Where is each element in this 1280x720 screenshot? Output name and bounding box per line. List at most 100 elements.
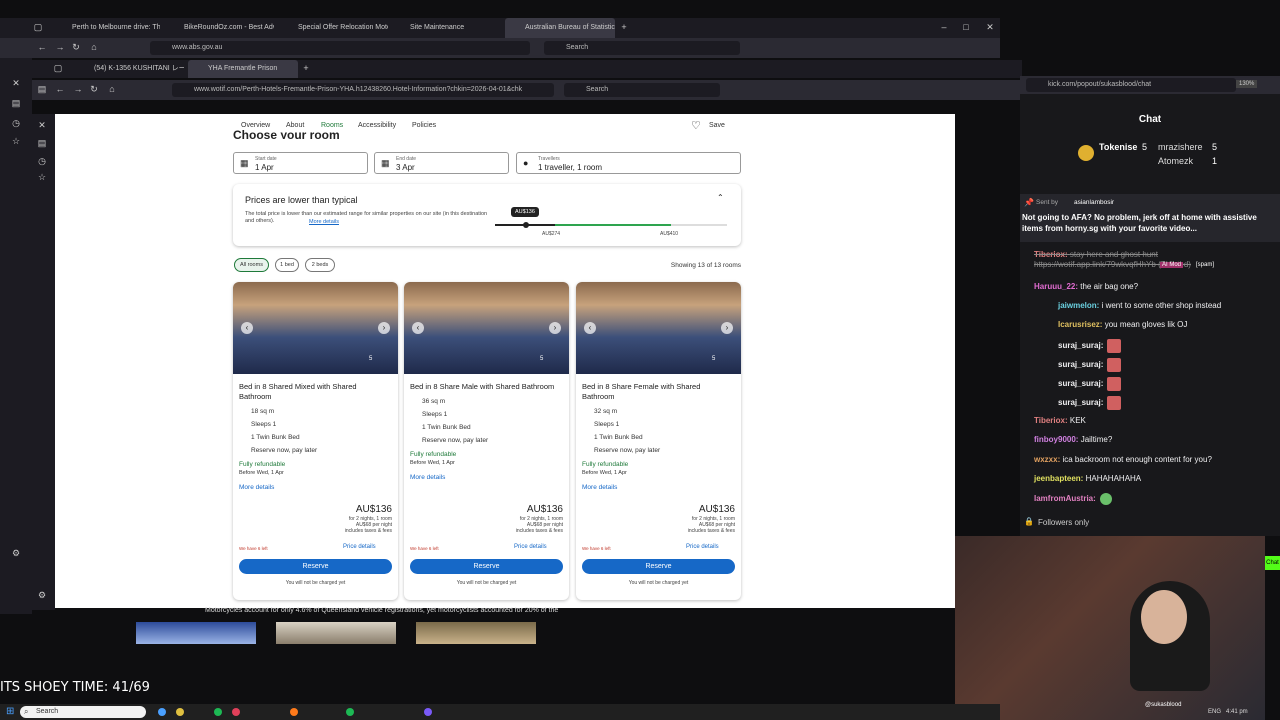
outer-tab-4[interactable]: Site Maintenance [390, 18, 500, 38]
room-refundable: Fully refundable [582, 461, 629, 468]
forward-icon-inner[interactable]: → [72, 84, 84, 96]
zoom-level[interactable]: 130% [1236, 80, 1258, 88]
room-title: Bed in 8 Share Male with Shared Bathroom [410, 382, 555, 391]
tabs-icon[interactable]: ▤ [36, 138, 48, 150]
chevron-left-icon[interactable]: ‹ [241, 322, 253, 334]
home-icon-inner[interactable]: ⌂ [106, 84, 118, 96]
price-banner: Prices are lower than typical The total … [233, 184, 741, 246]
outer-tab-5[interactable]: Australian Bureau of Statistics [505, 18, 615, 38]
price-banner-title: Prices are lower than typical [245, 195, 358, 205]
chat-button[interactable]: Chat [1265, 556, 1280, 570]
photo-count: 5 [369, 356, 373, 362]
inner-url-bar[interactable]: www.wotif.com/Perth-Hotels-Fremantle-Pri… [172, 83, 554, 97]
filter-1-bed[interactable]: 1 bed [275, 258, 299, 272]
history-icon[interactable]: ◷ [10, 118, 22, 130]
settings-icon[interactable]: ⚙ [10, 548, 22, 560]
chevron-left-icon[interactable]: ‹ [584, 322, 596, 334]
firefox-icon[interactable] [290, 708, 298, 716]
inner-tab-1[interactable]: (54) K-1356 KUSHITANI レーフのヨ... [74, 60, 184, 78]
maximize-icon[interactable]: □ [960, 22, 972, 34]
outer-tab-3[interactable]: Special Offer Relocation Motor... [278, 18, 388, 38]
subnav-policies[interactable]: Policies [412, 122, 436, 129]
sidebar-icon[interactable]: ▤ [10, 98, 22, 110]
spotify-icon[interactable] [214, 708, 222, 716]
rooms-left: We have 6 left [582, 546, 611, 551]
subnav-accessibility[interactable]: Accessibility [358, 122, 396, 129]
travellers-label: Travellers [538, 156, 560, 162]
new-tab-icon-inner[interactable]: + [300, 63, 312, 75]
save-button[interactable]: Save [709, 122, 725, 129]
inner-search-field[interactable]: Search [564, 83, 720, 97]
chevron-left-icon[interactable]: ‹ [412, 322, 424, 334]
folder-icon[interactable] [176, 708, 184, 716]
sidebar-toggle-icon[interactable]: ▤ [36, 84, 48, 96]
chevron-up-icon[interactable]: ⌃ [717, 193, 724, 202]
app-icon[interactable] [232, 708, 240, 716]
more-details-link[interactable]: More details [410, 474, 445, 481]
settings-icon-inner[interactable]: ⚙ [36, 590, 48, 602]
pin-icon: 📌 [1024, 198, 1034, 207]
room-price: AU$136 [355, 504, 392, 515]
chevron-right-icon[interactable]: › [378, 322, 390, 334]
outer-tab-1[interactable]: Perth to Melbourne drive: The ... [52, 18, 160, 38]
back-icon[interactable]: ← [36, 42, 48, 54]
gifter-1-count: 5 [1142, 142, 1148, 152]
close-sidebar-icon[interactable]: ✕ [10, 78, 22, 90]
bookmark-icon-inner[interactable]: ☆ [36, 172, 48, 184]
spotify-icon[interactable] [346, 708, 354, 716]
close-sidebar-icon-inner[interactable]: ✕ [36, 120, 48, 132]
thumbnail-1[interactable] [136, 622, 256, 644]
start-icon[interactable]: ⊞ [6, 706, 14, 717]
chat-url-bar[interactable]: kick.com/popout/sukasblood/chat [1026, 78, 1236, 92]
thumbnail-2[interactable] [276, 622, 396, 644]
more-details-link[interactable]: More details [582, 484, 617, 491]
reserve-button[interactable]: Reserve [410, 559, 563, 574]
reload-icon-inner[interactable]: ↻ [88, 84, 100, 96]
end-date-field[interactable]: ▦ End date 3 Apr [374, 152, 509, 174]
more-details-link[interactable]: More details [239, 484, 274, 491]
chevron-right-icon[interactable]: › [549, 322, 561, 334]
room-before: Before Wed, 1 Apr [410, 460, 455, 466]
lang-indicator: ENG [1208, 709, 1222, 715]
pinned-message: 📌 Sent by asianlambosir Not going to AFA… [1020, 194, 1280, 242]
close-icon[interactable]: ✕ [984, 22, 996, 34]
price-marker-dot [523, 222, 529, 228]
room-photo[interactable] [576, 282, 741, 374]
app-icon[interactable] [424, 708, 432, 716]
inner-tab-2[interactable]: YHA Fremantle Prison [188, 60, 298, 78]
heart-icon[interactable]: ♡ [691, 119, 701, 132]
thumbnail-3[interactable] [416, 622, 536, 644]
taskbar-search[interactable]: ⌕ Search [20, 706, 146, 718]
window-icon[interactable]: ▢ [32, 22, 44, 34]
room-photo[interactable] [233, 282, 398, 374]
window-icon-inner[interactable]: ▢ [52, 63, 64, 75]
filter-all-rooms[interactable]: All rooms [234, 258, 269, 272]
outer-tab-2[interactable]: BikeRoundOz.com - Best Advic... [164, 18, 274, 38]
room-size: 18 sq m [251, 408, 275, 415]
history-icon-inner[interactable]: ◷ [36, 156, 48, 168]
reserve-button[interactable]: Reserve [239, 559, 392, 574]
chat-message: suraj_suraj: [1058, 358, 1123, 372]
app-icon[interactable] [158, 708, 166, 716]
travellers-field[interactable]: ● Travellers 1 traveller, 1 room [516, 152, 741, 174]
bookmark-icon[interactable]: ☆ [10, 136, 22, 148]
price-details-link[interactable]: Price details [514, 544, 547, 550]
more-details-link[interactable]: More details [309, 219, 339, 225]
pinned-text: Not going to AFA? No problem, jerk off a… [1022, 213, 1257, 233]
price-details-link[interactable]: Price details [686, 544, 719, 550]
new-tab-icon[interactable]: + [618, 22, 630, 34]
price-details-link[interactable]: Price details [343, 544, 376, 550]
reload-icon[interactable]: ↻ [70, 42, 82, 54]
start-date-field[interactable]: ▦ Start date 1 Apr [233, 152, 368, 174]
reserve-button[interactable]: Reserve [582, 559, 735, 574]
chevron-right-icon[interactable]: › [721, 322, 733, 334]
room-photo[interactable] [404, 282, 569, 374]
minimize-icon[interactable]: – [938, 22, 950, 34]
streamer-face [1141, 590, 1187, 644]
outer-search-field[interactable]: Search [544, 41, 740, 55]
filter-2-beds[interactable]: 2 beds [305, 258, 335, 272]
home-icon[interactable]: ⌂ [88, 42, 100, 54]
back-icon-inner[interactable]: ← [54, 84, 66, 96]
forward-icon[interactable]: → [54, 42, 66, 54]
outer-url-bar[interactable]: www.abs.gov.au [150, 41, 530, 55]
